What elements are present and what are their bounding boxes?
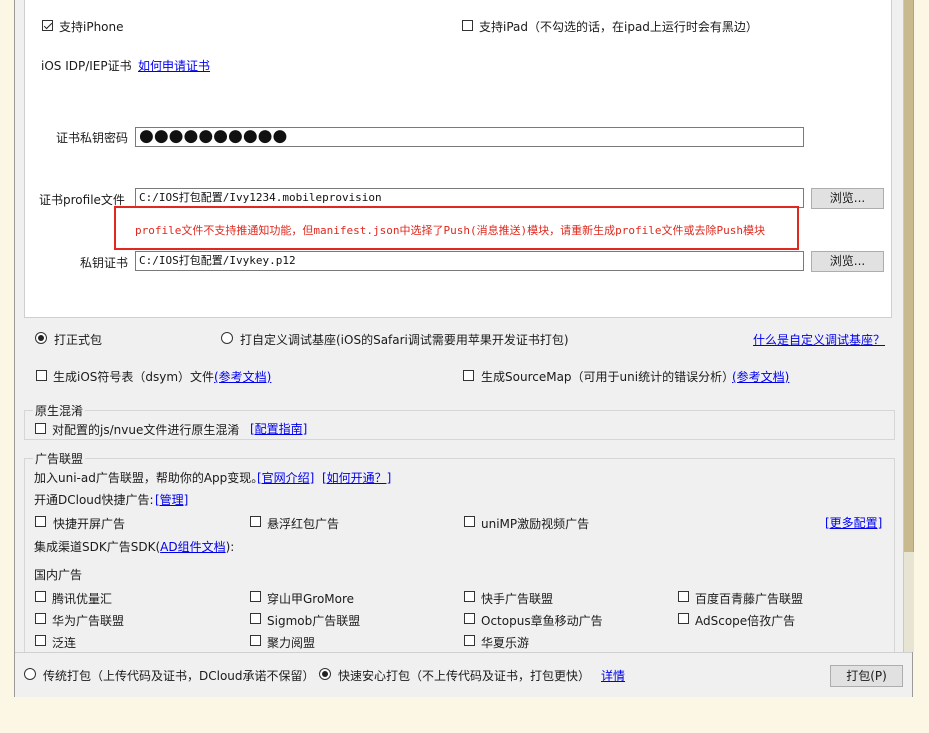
ad-network-checkbox[interactable] — [35, 635, 46, 646]
formal-package-label: 打正式包 — [54, 333, 103, 347]
ad-join-text: 加入uni-ad广告联盟，帮助你的App变现。 — [34, 471, 264, 485]
how-to-open-link[interactable]: [如何开通？] — [322, 469, 391, 486]
sdk-ads-label: 集成渠道SDK广告SDK(AD组件文档): — [34, 538, 234, 555]
dsym-checkbox[interactable] — [36, 370, 47, 381]
ad-network-label: AdScope倍孜广告 — [695, 614, 796, 628]
ad-network-label: Octopus章鱼移动广告 — [481, 614, 603, 628]
cert-password-label: 证书私钥密码 — [56, 131, 129, 145]
support-iphone-label: 支持iPhone — [59, 20, 124, 34]
profile-push-error-message: profile文件不支持推通知功能，但manifest.json中选择了Push… — [135, 224, 766, 237]
ad-network-checkbox[interactable] — [464, 635, 475, 646]
ad-network-label: 快手广告联盟 — [481, 592, 554, 606]
dcloud-ads-label: 开通DCloud快捷广告: — [34, 493, 154, 507]
ad-network-checkbox[interactable] — [250, 635, 261, 646]
ad-network-label: 聚力阅盟 — [267, 636, 316, 650]
ad-network-checkbox[interactable] — [250, 613, 261, 624]
what-is-custom-base-link[interactable]: 什么是自定义调试基座？ — [753, 331, 885, 348]
details-link[interactable]: 详情 — [601, 667, 625, 684]
ad-network-label: 华夏乐游 — [481, 636, 530, 650]
dsym-doc-link[interactable]: (参考文档) — [214, 368, 271, 385]
private-cert-label: 私钥证书 — [80, 256, 129, 270]
ad-network-checkbox[interactable] — [250, 591, 261, 602]
ad-network-label: 腾讯优量汇 — [52, 592, 113, 606]
sourcemap-label: 生成SourceMap（可用于uni统计的错误分析） — [481, 370, 735, 384]
more-config-link[interactable]: [更多配置] — [825, 514, 882, 531]
support-iphone-checkbox[interactable] — [42, 20, 53, 31]
floating-redpacket-label: 悬浮红包广告 — [267, 517, 340, 531]
ad-network-checkbox[interactable] — [464, 613, 475, 624]
ad-network-checkbox[interactable] — [35, 591, 46, 602]
ad-network-checkbox[interactable] — [35, 613, 46, 624]
ad-alliance-title: 广告联盟 — [33, 450, 86, 467]
ad-network-checkbox[interactable] — [678, 613, 689, 624]
profile-path-input[interactable]: C:/IOS打包配置/Ivy1234.mobileprovision — [135, 188, 804, 208]
floating-redpacket-checkbox[interactable] — [250, 516, 261, 527]
ad-component-doc-link[interactable]: AD组件文档 — [160, 540, 225, 554]
sdk-ads-label-suffix: ): — [225, 540, 235, 554]
sdk-ads-label-prefix: 集成渠道SDK广告SDK( — [34, 540, 161, 554]
official-intro-link[interactable]: [官网介绍] — [257, 469, 314, 486]
safe-fast-package-radio[interactable] — [319, 668, 331, 680]
obfuscation-guide-link[interactable]: [配置指南] — [250, 420, 307, 437]
safe-fast-package-label: 快速安心打包（不上传代码及证书，打包更快） — [338, 669, 591, 683]
domestic-ads-label: 国内广告 — [34, 568, 83, 582]
private-cert-path-input[interactable]: C:/IOS打包配置/Ivykey.p12 — [135, 251, 804, 271]
traditional-package-label: 传统打包（上传代码及证书，DCloud承诺不保留） — [43, 669, 315, 683]
manage-ads-link[interactable]: [管理] — [155, 491, 188, 508]
private-cert-browse-button[interactable]: 浏览... — [811, 251, 884, 272]
traditional-package-radio[interactable] — [24, 668, 36, 680]
support-ipad-label: 支持iPad（不勾选的话，在ipad上运行时会有黑边） — [479, 20, 758, 34]
profile-label: 证书profile文件 — [39, 193, 125, 207]
package-button[interactable]: 打包(P) — [830, 665, 903, 687]
ad-network-label: 泛连 — [52, 636, 77, 650]
dsym-label: 生成iOS符号表（dsym）文件 — [53, 370, 215, 384]
ad-network-label: 百度百青藤广告联盟 — [695, 592, 804, 606]
ad-network-label: 华为广告联盟 — [52, 614, 125, 628]
ad-network-checkbox[interactable] — [464, 591, 475, 602]
scrollbar-thumb[interactable] — [904, 0, 914, 552]
splash-ad-label: 快捷开屏广告 — [53, 517, 126, 531]
sourcemap-doc-link[interactable]: (参考文档) — [732, 368, 789, 385]
formal-package-radio[interactable] — [35, 332, 47, 344]
unimp-video-checkbox[interactable] — [464, 516, 475, 527]
cert-password-input[interactable]: ●●●●●●●●●● — [135, 127, 804, 147]
ad-network-checkbox[interactable] — [678, 591, 689, 602]
obfuscation-label: 对配置的js/nvue文件进行原生混淆 — [52, 423, 240, 437]
ad-network-label: Sigmob广告联盟 — [267, 614, 361, 628]
profile-browse-button[interactable]: 浏览... — [811, 188, 884, 209]
unimp-video-label: uniMP激励视频广告 — [481, 517, 590, 531]
sourcemap-checkbox[interactable] — [463, 370, 474, 381]
obfuscation-title: 原生混淆 — [33, 402, 86, 419]
how-to-apply-cert-link[interactable]: 如何申请证书 — [138, 57, 210, 74]
support-ipad-checkbox[interactable] — [462, 20, 473, 31]
obfuscation-checkbox[interactable] — [35, 423, 46, 434]
custom-base-label: 打自定义调试基座(iOS的Safari调试需要用苹果开发证书打包) — [240, 333, 569, 347]
custom-base-radio[interactable] — [221, 332, 233, 344]
ad-network-label: 穿山甲GroMore — [267, 592, 355, 606]
cert-type-label: iOS IDP/IEP证书 — [41, 59, 132, 73]
splash-ad-checkbox[interactable] — [35, 516, 46, 527]
